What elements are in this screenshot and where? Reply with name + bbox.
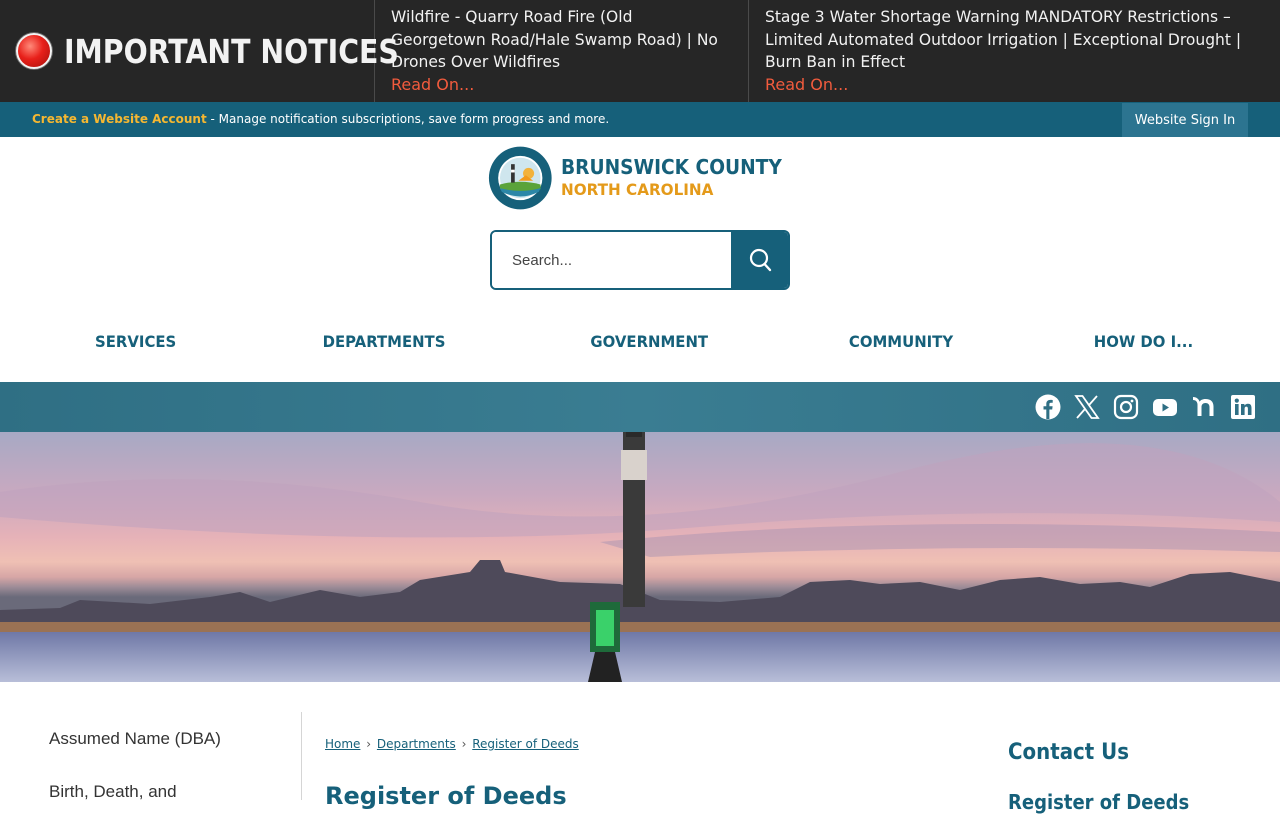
alert-text[interactable]: Stage 3 Water Shortage Warning MANDATORY…: [765, 6, 1251, 74]
site-logo[interactable]: BRUNSWICK COUNTY NORTH CAROLINA: [488, 142, 798, 214]
website-sign-in-button[interactable]: Website Sign In: [1122, 103, 1248, 137]
breadcrumb-register-of-deeds[interactable]: Register of Deeds: [472, 737, 578, 751]
breadcrumb-separator: ›: [366, 737, 372, 751]
page-title: Register of Deeds: [325, 782, 567, 810]
search-icon: [749, 248, 771, 272]
alert-text[interactable]: Wildfire - Quarry Road Fire (Old Georget…: [391, 6, 724, 74]
alert-dot-icon: [16, 33, 52, 69]
logo-text: BRUNSWICK COUNTY NORTH CAROLINA: [561, 155, 798, 201]
search-box: [490, 230, 790, 290]
instagram-icon[interactable]: [1113, 394, 1139, 420]
social-icons: [1035, 394, 1256, 420]
nextdoor-icon[interactable]: [1191, 394, 1217, 420]
county-seal-icon: [488, 146, 552, 210]
create-account-link[interactable]: Create a Website Account: [32, 112, 207, 126]
hero-scene: [0, 432, 1280, 682]
nav-services[interactable]: SERVICES: [95, 332, 176, 351]
notices-heading: IMPORTANT NOTICES: [64, 31, 399, 71]
breadcrumb-separator: ›: [461, 737, 467, 751]
logo-county-name: BRUNSWICK COUNTY: [560, 155, 782, 179]
account-bar: Create a Website Account - Manage notifi…: [0, 102, 1280, 137]
breadcrumb: Home › Departments › Register of Deeds: [325, 737, 579, 751]
nav-departments[interactable]: DEPARTMENTS: [323, 332, 446, 351]
account-message: Create a Website Account - Manage notifi…: [32, 112, 609, 126]
sidebar-item-birth-death[interactable]: Birth, Death, and: [49, 782, 177, 802]
social-bar: [0, 382, 1280, 432]
alert-item[interactable]: Wildfire - Quarry Road Fire (Old Georget…: [375, 0, 749, 102]
account-description: - Manage notification subscriptions, sav…: [206, 112, 610, 126]
linkedin-icon[interactable]: [1230, 394, 1256, 420]
search-input[interactable]: [492, 232, 731, 288]
breadcrumb-home[interactable]: Home: [325, 737, 360, 751]
important-notices-bar: IMPORTANT NOTICES Wildfire - Quarry Road…: [0, 0, 1280, 102]
contact-us-heading: Contact Us: [1008, 740, 1130, 765]
alert-item[interactable]: Stage 3 Water Shortage Warning MANDATORY…: [749, 0, 1280, 102]
contact-department-name: Register of Deeds: [1008, 790, 1190, 814]
x-icon[interactable]: [1074, 394, 1100, 420]
breadcrumb-departments[interactable]: Departments: [377, 737, 456, 751]
nav-how-do-i[interactable]: HOW DO I...: [1094, 332, 1193, 351]
search-button[interactable]: [731, 232, 788, 288]
sidebar-item-assumed-name[interactable]: Assumed Name (DBA): [49, 729, 221, 749]
logo-state-name: NORTH CAROLINA: [560, 180, 713, 199]
read-on-link[interactable]: Read On...: [391, 74, 734, 96]
main-nav: SERVICES DEPARTMENTS GOVERNMENT COMMUNIT…: [0, 318, 1280, 366]
nav-community[interactable]: COMMUNITY: [849, 332, 953, 351]
notices-title-block: IMPORTANT NOTICES: [0, 0, 399, 102]
facebook-icon[interactable]: [1035, 394, 1061, 420]
nav-government[interactable]: GOVERNMENT: [590, 332, 708, 351]
hero-image: [0, 432, 1280, 682]
youtube-icon[interactable]: [1152, 394, 1178, 420]
read-on-link[interactable]: Read On...: [765, 74, 1266, 96]
sidebar: Assumed Name (DBA) Birth, Death, and: [0, 712, 302, 802]
